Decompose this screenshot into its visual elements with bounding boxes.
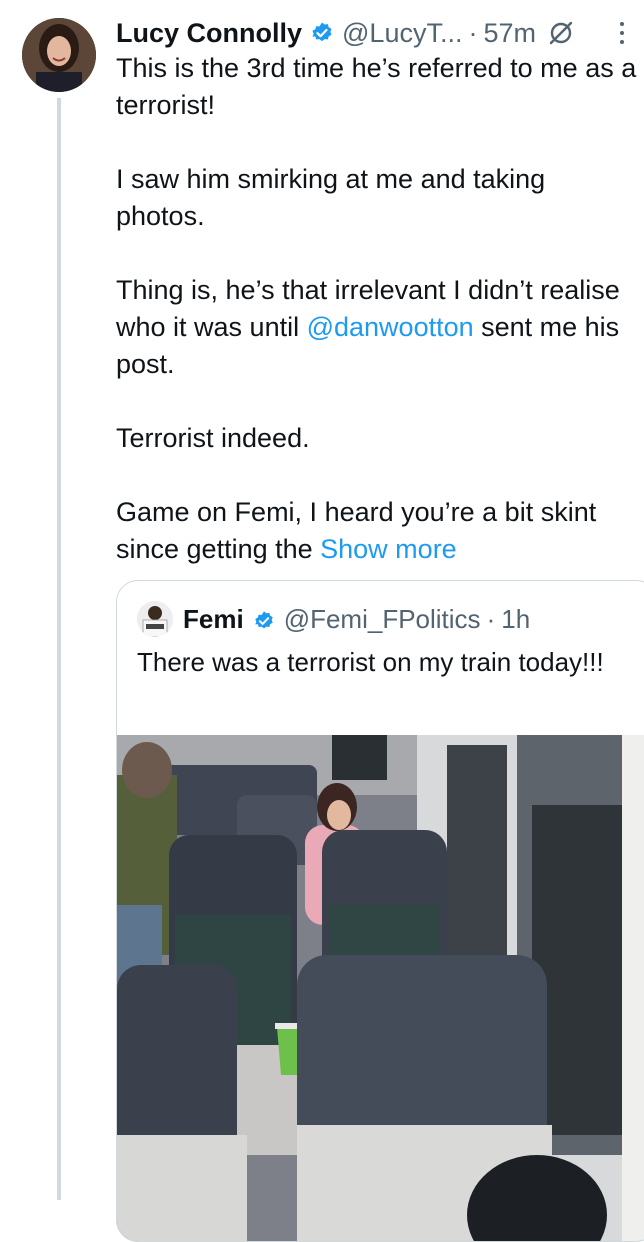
post-paragraph: Thing is, he’s that irrelevant I didn’t … xyxy=(116,272,641,383)
mention-link[interactable]: @danwootton xyxy=(307,312,474,342)
post-paragraph: Terrorist indeed. xyxy=(116,423,310,453)
quoted-header-separator: · xyxy=(486,603,496,634)
quoted-post-text: There was a terrorist on my train today!… xyxy=(137,647,604,677)
post-paragraph: I saw him smirking at me and taking phot… xyxy=(116,164,546,231)
post-timestamp[interactable]: 57m xyxy=(483,18,536,49)
author-handle[interactable]: @LucyT... xyxy=(342,18,462,49)
quoted-post-card[interactable]: Femi @Femi_FPolitics · 1h There was a te… xyxy=(116,580,644,1242)
verified-badge-icon xyxy=(310,21,334,45)
show-more-link[interactable]: Show more xyxy=(320,534,457,564)
header-separator: · xyxy=(468,17,478,48)
more-options-icon[interactable] xyxy=(618,22,626,44)
author-name[interactable]: Lucy Connolly xyxy=(116,18,302,49)
post-header: Lucy Connolly @LucyT... · 57m xyxy=(116,14,636,52)
grok-icon[interactable] xyxy=(548,20,574,46)
quoted-post-timestamp: 1h xyxy=(501,603,531,634)
quoted-author-name: Femi xyxy=(183,603,244,634)
post-paragraph: Game on Femi, I heard you’re a bit skint… xyxy=(116,494,641,568)
post-body: This is the 3rd time he’s referred to me… xyxy=(116,50,641,568)
verified-badge-icon xyxy=(253,608,275,630)
quoted-author-avatar xyxy=(137,601,173,637)
quoted-author-handle: @Femi_FPolitics xyxy=(283,603,481,634)
post-paragraph: This is the 3rd time he’s referred to me… xyxy=(116,53,637,120)
thread-connector-line xyxy=(57,98,61,1200)
author-avatar[interactable] xyxy=(22,18,96,92)
quoted-post-header: Femi @Femi_FPolitics · 1h xyxy=(137,601,530,637)
quoted-post-photo[interactable] xyxy=(117,735,644,1241)
